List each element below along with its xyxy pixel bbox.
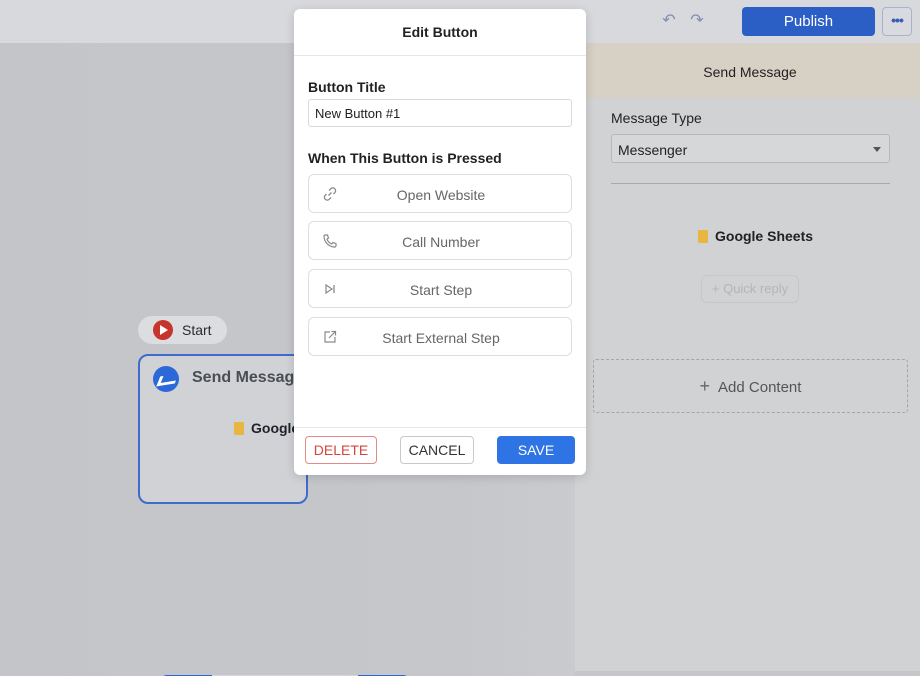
- pressed-label: When This Button is Pressed: [308, 150, 502, 166]
- divider: [294, 55, 586, 56]
- send-message-node[interactable]: Send Message Google: [138, 354, 308, 504]
- redo-icon[interactable]: ↷: [688, 12, 706, 30]
- save-button[interactable]: SAVE: [497, 436, 575, 464]
- start-step-option[interactable]: Start Step: [308, 269, 572, 308]
- edit-button-dialog: Edit Button Button Title When This Butto…: [294, 9, 586, 475]
- message-type-value: Messenger: [618, 142, 688, 158]
- step-settings-panel: Send Message Message Type Messenger Goog…: [575, 43, 920, 671]
- start-node[interactable]: Start: [138, 316, 227, 344]
- add-content-label: Add Content: [718, 379, 802, 396]
- add-content-button[interactable]: + Add Content: [593, 359, 908, 413]
- divider: [294, 427, 586, 428]
- delete-button[interactable]: DELETE: [305, 436, 377, 464]
- quick-reply-button[interactable]: + Quick reply: [701, 275, 799, 303]
- option-label: Start External Step: [382, 330, 500, 346]
- google-sheets-label: Google Sheets: [715, 228, 814, 244]
- more-horizontal-icon: •••: [891, 12, 904, 28]
- panel-header: Send Message: [575, 43, 920, 98]
- start-label: Start: [182, 322, 212, 338]
- document-icon: [698, 230, 708, 243]
- more-options-button[interactable]: •••: [882, 7, 912, 36]
- option-label: Open Website: [396, 187, 486, 203]
- option-label: Start Step: [409, 282, 473, 298]
- button-title-input[interactable]: [308, 99, 572, 127]
- play-circle-icon: [153, 320, 173, 340]
- document-icon: [234, 422, 244, 435]
- message-type-label: Message Type: [611, 110, 702, 126]
- node-title: Send Message: [192, 369, 304, 386]
- option-label: Call Number: [402, 234, 480, 250]
- message-type-select[interactable]: Messenger: [611, 134, 890, 163]
- divider: [611, 183, 890, 184]
- start-external-step-option[interactable]: Start External Step: [308, 317, 572, 356]
- messenger-icon: [153, 366, 179, 392]
- caret-down-icon: [873, 147, 881, 152]
- dialog-title: Edit Button: [402, 24, 478, 40]
- plus-icon: +: [699, 376, 711, 396]
- node-content-label: Google: [251, 420, 300, 436]
- button-title-label: Button Title: [308, 79, 386, 95]
- panel-title: Send Message: [703, 64, 797, 80]
- publish-button[interactable]: Publish: [742, 7, 875, 36]
- call-number-option[interactable]: Call Number: [308, 221, 572, 260]
- open-website-option[interactable]: Open Website: [308, 174, 572, 213]
- undo-icon[interactable]: ↶: [660, 12, 678, 30]
- cancel-button[interactable]: CANCEL: [400, 436, 474, 464]
